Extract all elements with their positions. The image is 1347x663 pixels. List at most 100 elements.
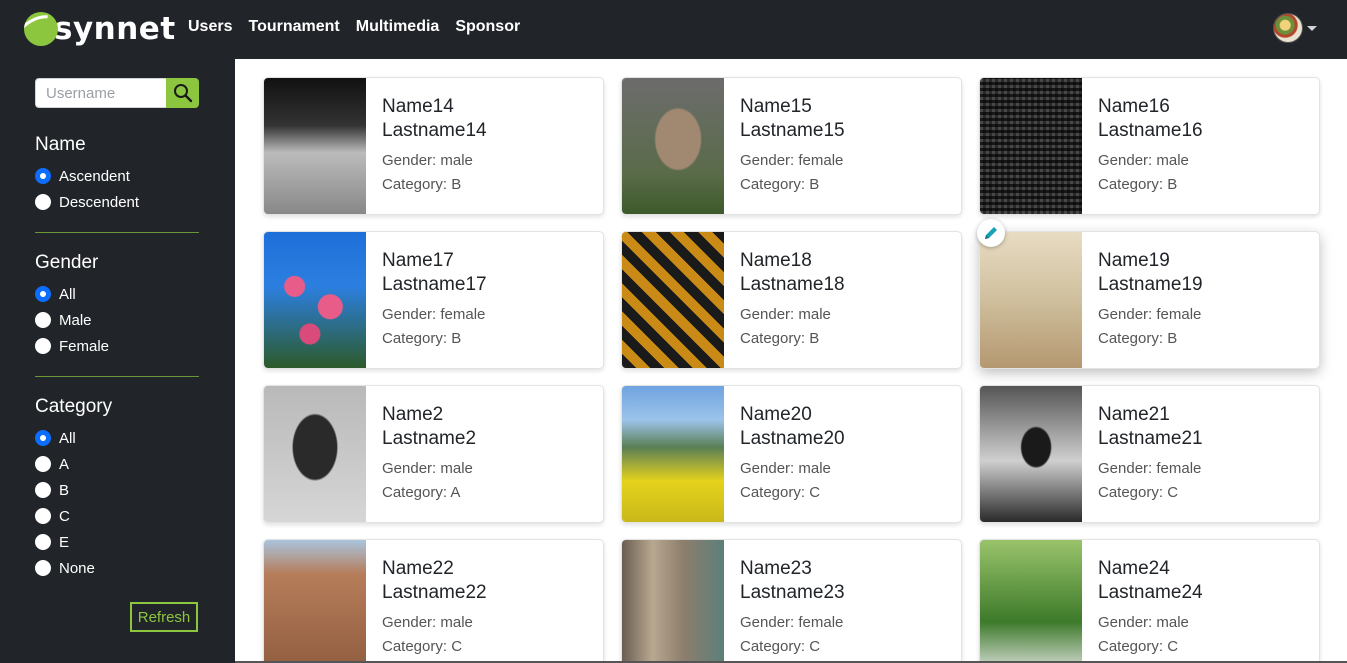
radio-label: Descendent xyxy=(59,193,140,211)
category-filter-title: Category xyxy=(35,396,113,417)
user-category: Category: C xyxy=(1098,638,1179,655)
pencil-icon xyxy=(985,227,997,239)
radio-gender-all[interactable]: All xyxy=(35,281,109,307)
logo-text: synnet xyxy=(54,11,176,47)
radio-label: Female xyxy=(59,337,110,355)
user-first-name: Name24 xyxy=(1098,558,1170,579)
user-category: Category: C xyxy=(740,638,821,655)
main-nav: Users Tournament Multimedia Sponsor xyxy=(188,18,520,36)
radio-category-none[interactable]: None xyxy=(35,555,95,581)
user-category: Category: A xyxy=(382,484,461,501)
user-gender: Gender: female xyxy=(740,152,844,169)
radio-button[interactable] xyxy=(35,312,51,328)
user-photo xyxy=(264,386,366,522)
radio-label: All xyxy=(59,429,76,447)
gender-filter-title: Gender xyxy=(35,252,99,273)
user-card[interactable]: Name16 Lastname16 Gender: male Category:… xyxy=(979,77,1320,215)
nav-link-users[interactable]: Users xyxy=(188,18,232,36)
user-card[interactable]: Name22 Lastname22 Gender: male Category:… xyxy=(263,539,604,661)
user-card[interactable]: Name23 Lastname23 Gender: female Categor… xyxy=(621,539,962,661)
radio-gender-female[interactable]: Female xyxy=(35,333,109,359)
radio-button[interactable] xyxy=(35,456,51,472)
user-card[interactable]: Name20 Lastname20 Gender: male Category:… xyxy=(621,385,962,523)
user-last-name: Lastname2 xyxy=(382,428,477,449)
user-gender: Gender: female xyxy=(1098,306,1202,323)
radio-button[interactable] xyxy=(35,430,51,446)
user-first-name: Name20 xyxy=(740,404,812,425)
user-photo xyxy=(264,540,366,661)
user-first-name: Name14 xyxy=(382,96,454,117)
user-gender: Gender: male xyxy=(382,614,473,631)
user-first-name: Name17 xyxy=(382,250,454,271)
radio-button[interactable] xyxy=(35,286,51,302)
user-gender: Gender: male xyxy=(740,306,831,323)
nav-link-multimedia[interactable]: Multimedia xyxy=(356,18,440,36)
user-last-name: Lastname20 xyxy=(740,428,845,449)
user-first-name: Name15 xyxy=(740,96,812,117)
category-filter-options: All A B C E None xyxy=(35,425,95,581)
radio-button[interactable] xyxy=(35,168,51,184)
user-first-name: Name2 xyxy=(382,404,444,425)
radio-button[interactable] xyxy=(35,508,51,524)
user-card[interactable]: Name19 Lastname19 Gender: female Categor… xyxy=(979,231,1320,369)
user-card[interactable]: Name2 Lastname2 Gender: male Category: A xyxy=(263,385,604,523)
user-last-name: Lastname23 xyxy=(740,582,845,603)
user-category: Category: B xyxy=(1098,176,1178,193)
user-category: Category: C xyxy=(740,484,821,501)
card-body: Name24 Lastname24 Gender: male Category:… xyxy=(1082,540,1203,661)
user-photo xyxy=(980,232,1082,368)
radio-button[interactable] xyxy=(35,194,51,210)
user-photo xyxy=(264,232,366,368)
user-first-name: Name23 xyxy=(740,558,812,579)
user-card[interactable]: Name24 Lastname24 Gender: male Category:… xyxy=(979,539,1320,661)
radio-button[interactable] xyxy=(35,482,51,498)
filter-sidebar: Name Ascendent Descendent Gender All Mal… xyxy=(0,59,235,663)
user-menu[interactable] xyxy=(1273,13,1317,43)
nav-link-sponsor[interactable]: Sponsor xyxy=(455,18,520,36)
user-gender: Gender: male xyxy=(382,152,473,169)
user-last-name: Lastname14 xyxy=(382,120,487,141)
radio-category-all[interactable]: All xyxy=(35,425,95,451)
radio-category-e[interactable]: E xyxy=(35,529,95,555)
user-last-name: Lastname21 xyxy=(1098,428,1203,449)
radio-button[interactable] xyxy=(35,560,51,576)
logo[interactable]: synnet xyxy=(24,10,176,48)
edit-user-button[interactable] xyxy=(977,219,1005,247)
user-first-name: Name19 xyxy=(1098,250,1170,271)
user-gender: Gender: male xyxy=(1098,614,1189,631)
search-button[interactable] xyxy=(166,78,199,108)
radio-descendent[interactable]: Descendent xyxy=(35,189,139,215)
user-first-name: Name18 xyxy=(740,250,812,271)
card-body: Name14 Lastname14 Gender: male Category:… xyxy=(366,78,487,214)
user-card[interactable]: Name18 Lastname18 Gender: male Category:… xyxy=(621,231,962,369)
user-gender: Gender: female xyxy=(740,614,844,631)
radio-category-a[interactable]: A xyxy=(35,451,95,477)
card-body: Name18 Lastname18 Gender: male Category:… xyxy=(724,232,845,368)
user-card[interactable]: Name21 Lastname21 Gender: female Categor… xyxy=(979,385,1320,523)
card-body: Name15 Lastname15 Gender: female Categor… xyxy=(724,78,845,214)
nav-link-tournament[interactable]: Tournament xyxy=(248,18,339,36)
username-search-input[interactable] xyxy=(35,78,166,108)
user-first-name: Name22 xyxy=(382,558,454,579)
user-photo xyxy=(622,386,724,522)
user-card[interactable]: Name14 Lastname14 Gender: male Category:… xyxy=(263,77,604,215)
user-card[interactable]: Name17 Lastname17 Gender: female Categor… xyxy=(263,231,604,369)
radio-button[interactable] xyxy=(35,534,51,550)
radio-category-b[interactable]: B xyxy=(35,477,95,503)
radio-label: B xyxy=(59,481,70,499)
radio-label: Male xyxy=(59,311,92,329)
user-photo xyxy=(980,78,1082,214)
card-body: Name20 Lastname20 Gender: male Category:… xyxy=(724,386,845,522)
card-body: Name19 Lastname19 Gender: female Categor… xyxy=(1082,232,1203,368)
refresh-button[interactable]: Refresh xyxy=(130,602,198,632)
user-card-grid: Name14 Lastname14 Gender: male Category:… xyxy=(235,59,1347,663)
user-last-name: Lastname16 xyxy=(1098,120,1203,141)
radio-gender-male[interactable]: Male xyxy=(35,307,109,333)
radio-ascendent[interactable]: Ascendent xyxy=(35,163,139,189)
radio-category-c[interactable]: C xyxy=(35,503,95,529)
user-card[interactable]: Name15 Lastname15 Gender: female Categor… xyxy=(621,77,962,215)
radio-button[interactable] xyxy=(35,338,51,354)
name-sort-options: Ascendent Descendent xyxy=(35,163,139,215)
radio-label: C xyxy=(59,507,70,525)
user-photo xyxy=(264,78,366,214)
